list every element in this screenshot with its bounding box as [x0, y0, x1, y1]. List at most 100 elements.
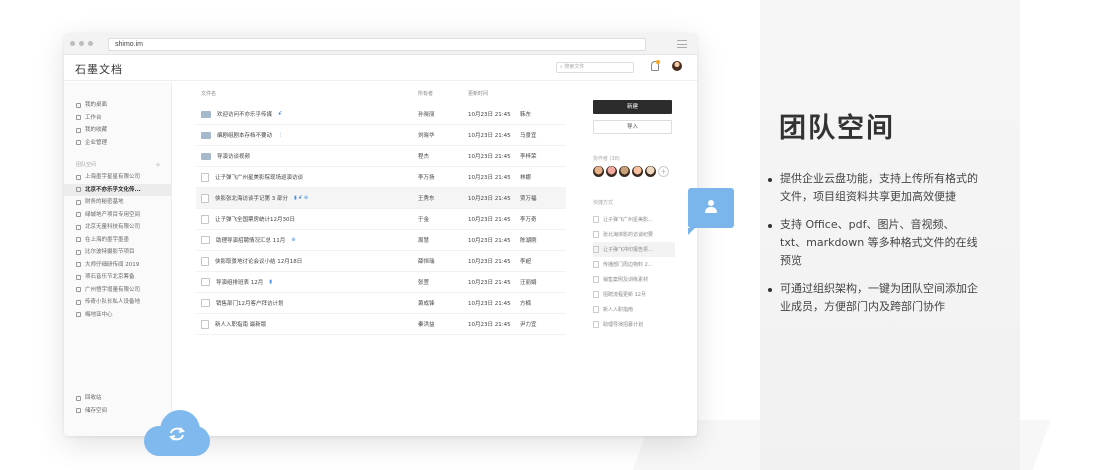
sidebar-item-label: 在上海的墨宇墨墨 — [85, 236, 130, 243]
team-doc-icon — [76, 174, 81, 180]
table-row: 导演访谈视频 程杰 10月23日 21:45 李梓荣 — [196, 146, 566, 167]
sidebar-item-label: 绿城地产项目专用空间 — [85, 211, 141, 218]
sidebar-team-item: 上海墨宇星星有限公司 — [64, 171, 171, 184]
doc-icon — [593, 246, 599, 253]
team-doc-icon — [76, 249, 81, 255]
member-avatar — [645, 166, 656, 177]
star-icon — [76, 127, 81, 133]
file-name: 新人入职指南 最新版 — [215, 322, 267, 328]
doc-icon — [593, 231, 599, 238]
doc-icon — [593, 321, 599, 328]
quick-item: 助理导演招募计划 — [593, 317, 675, 332]
doc-icon — [201, 256, 209, 266]
file-name-cell: 新人入职指南 最新版 — [196, 319, 418, 329]
file-name: 让子弹飞全国票房统计12月30日 — [215, 217, 295, 223]
sidebar-item: 企业管理 — [64, 137, 171, 150]
team-section-header: 团队空间 + — [64, 159, 171, 171]
file-name-cell: 导演访谈视频 — [196, 152, 418, 160]
team-doc-icon — [76, 287, 81, 293]
file-name: 侠影张北海访谈手记第 3 部分 — [215, 196, 288, 202]
feature-bullets: 提供企业云盘功能，支持上传所有格式的文件，项目组资料共享更加高效便捷支持 Off… — [766, 170, 980, 326]
sidebar-team-item: 北京不亦乐乎文化传... — [64, 183, 171, 196]
table-row: 欢迎访问不亦乐乎传媒 ꗃ 孙晓丽 10月23日 21:45 韩东 — [196, 104, 566, 125]
trash-icon — [76, 395, 81, 401]
file-updater: 尹力宜 — [520, 322, 537, 328]
file-owner: 周慧 — [418, 238, 430, 244]
add-member-icon: + — [658, 166, 669, 177]
sidebar-item-label: 比尔波特摄影节项目 — [85, 249, 135, 255]
window-controls — [70, 41, 93, 46]
sidebar-item: 工作台 — [64, 112, 171, 125]
member-avatars: + — [593, 166, 669, 177]
import-button: 导入 — [593, 120, 672, 134]
file-badges: ▮ — [269, 279, 273, 285]
doc-icon — [593, 216, 599, 223]
app-logo: 石墨文档 — [75, 63, 123, 76]
feature-bullet: 提供企业云盘功能，支持上传所有格式的文件，项目组资料共享更加高效便捷 — [766, 170, 980, 206]
feature-bullet: 可通过组织架构，一键为团队空间添加企业成员，方便部门内及跨部门协作 — [766, 280, 980, 316]
team-section-label: 团队空间 — [76, 162, 97, 168]
file-name-cell: 导演组排班表 12月 ▮ — [196, 278, 418, 286]
table-row: 新人入职指南 最新版 秦洪益 10月23日 21:45 尹力宜 — [196, 314, 566, 335]
team-doc-icon — [76, 274, 81, 280]
table-row: 侠影取景地讨论会议小结 12月18日 薛恒瑞 10月23日 21:45 李超 — [196, 251, 566, 272]
file-name-cell: 让子弹飞广州星美影院现场巡演访谈 — [196, 172, 418, 182]
sidebar-item-label: 梅地亚中心 — [85, 311, 113, 318]
file-owner: 秦洪益 — [418, 322, 435, 328]
quick-item-label: 张北海侠影的访谈纪要 — [603, 232, 654, 238]
sidebar-item-label: 财务的秘密基地 — [85, 199, 124, 205]
sidebar-item: 我的桌面 — [64, 99, 171, 112]
avatar — [672, 61, 682, 71]
sidebar-team-item: 项石音乐节北京筹备 — [64, 271, 171, 284]
sidebar-team-item: 财务的秘密基地 — [64, 196, 171, 209]
file-owner: 程杰 — [418, 154, 430, 160]
team-doc-icon — [76, 299, 81, 305]
feature-bullet: 支持 Office、pdf、图片、音视频、txt、markdown 等多种格式文… — [766, 216, 980, 270]
file-owner: 萧成锋 — [418, 301, 435, 307]
col-header-time: 更新时间 — [468, 90, 489, 97]
file-updater: 方楠 — [520, 301, 532, 307]
file-owner: 刘晓华 — [418, 133, 435, 139]
sidebar-item-label: 我的桌面 — [85, 102, 108, 108]
folder-icon — [201, 152, 211, 160]
file-list-header: 文件名 所有者 更新时间 — [196, 82, 566, 104]
sync-arrows-icon — [169, 427, 185, 441]
file-time: 10月23日 21:45 — [468, 217, 511, 223]
gear-icon — [76, 140, 81, 146]
member-avatar — [606, 166, 617, 177]
file-time: 10月23日 21:45 — [468, 154, 511, 160]
file-badges: ꗃ — [278, 111, 283, 117]
sync-cloud-icon — [140, 408, 214, 456]
chat-bubble-icon — [688, 188, 734, 235]
file-name-cell: 助理导演招聘情况汇总 11月 ⊕ — [196, 236, 418, 244]
quick-item-label: 传播部门周边物料 2... — [603, 262, 653, 268]
file-time: 10月23日 21:45 — [468, 280, 511, 286]
doc-icon — [593, 291, 599, 298]
file-updater: 李超 — [520, 259, 532, 265]
search-input: ⌕ 搜索文件 — [556, 62, 634, 73]
member-avatar — [593, 166, 604, 177]
file-badges: ▮ ꗃ ⊕ — [294, 195, 309, 201]
doc-icon — [201, 172, 209, 182]
doc-icon — [201, 193, 209, 203]
file-name-cell: 让子弹飞全国票房统计12月30日 — [196, 214, 418, 224]
file-owner: 于金 — [418, 217, 430, 223]
sidebar-item-label: 广州悟宇增量有限公司 — [85, 286, 141, 293]
file-list: 文件名 所有者 更新时间 欢迎访问不亦乐乎传媒 ꗃ 孙晓丽 10月23日 21:45 韩… — [196, 82, 566, 335]
sidebar-item-label: 项石音乐节北京筹备 — [85, 274, 135, 280]
file-time: 10月23日 21:45 — [468, 112, 511, 118]
table-row: 销售部门12月客户拜访计划 萧成锋 10月23日 21:45 方楠 — [196, 293, 566, 314]
file-time: 10月23日 21:45 — [468, 238, 511, 244]
sidebar-item-label: 我的收藏 — [85, 127, 108, 133]
table-row: 编剧组剧本存档不要动 ⋮ 刘晓华 10月23日 21:45 马景宜 — [196, 125, 566, 146]
file-updater: 陈湖刚 — [520, 238, 537, 244]
window-dot-icon — [88, 41, 93, 46]
search-icon: ⌕ — [560, 64, 563, 70]
doc-icon — [593, 306, 599, 313]
doc-icon — [201, 319, 209, 329]
sheet-icon — [201, 278, 210, 286]
team-doc-icon — [76, 262, 81, 268]
sidebar: 我的桌面工作台我的收藏企业管理 团队空间 + 上海墨宇星星有限公司 北京不亦乐乎文… — [64, 82, 172, 436]
team-doc-icon — [76, 237, 81, 243]
sidebar-team-item: 大师仔细研传闻 2019 — [64, 259, 171, 272]
